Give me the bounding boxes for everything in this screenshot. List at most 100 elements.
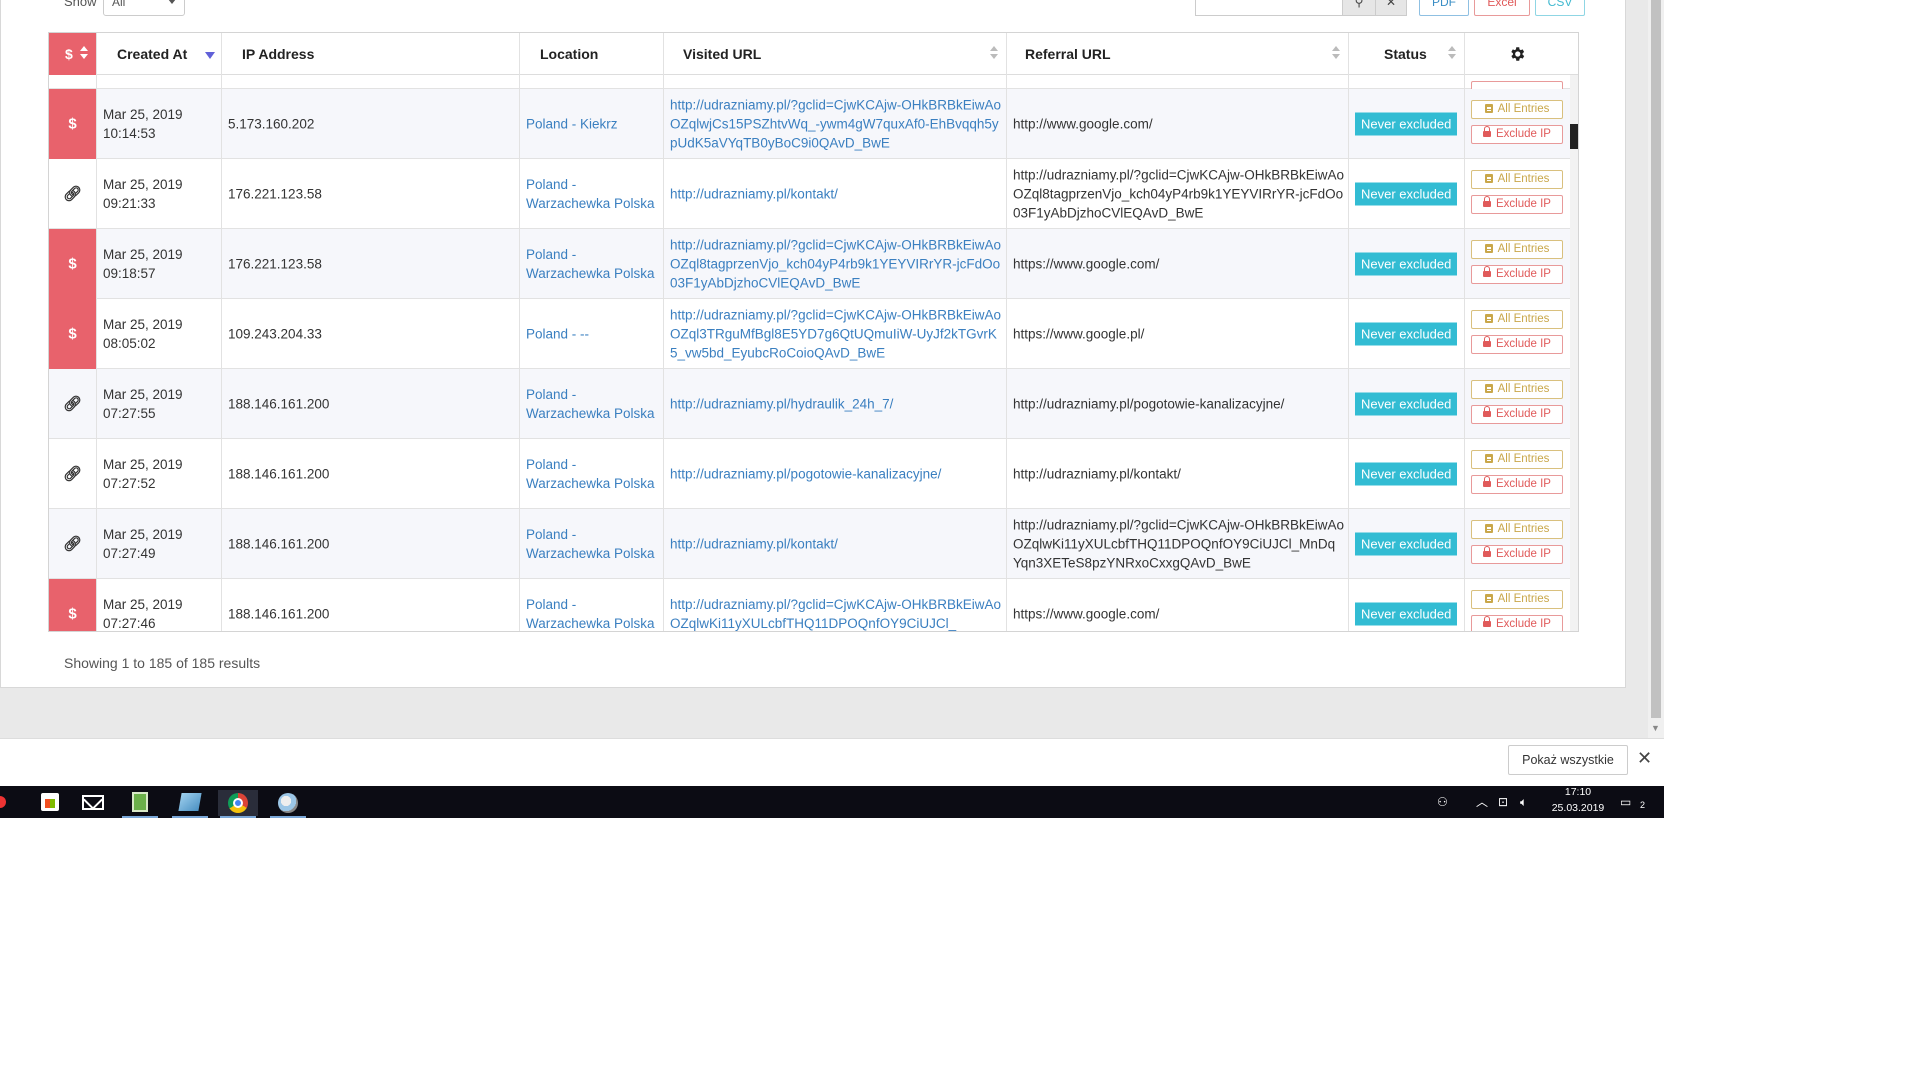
location-link[interactable]: Poland - Warzachewka Polska xyxy=(526,385,659,423)
visited-url-link[interactable]: http://udrazniamy.pl/hydraulik_24h_7/ xyxy=(670,395,1002,414)
dollar-icon: $ xyxy=(68,255,77,273)
visited-url-link[interactable]: http://udrazniamy.pl/kontakt/ xyxy=(670,185,1002,204)
created-time: 09:21:33 xyxy=(103,196,156,211)
location-link[interactable]: Poland - Warzachewka Polska xyxy=(526,525,659,563)
all-entries-button[interactable]: All Entries xyxy=(1471,590,1563,609)
location-link[interactable]: Poland - Warzachewka Polska xyxy=(526,175,659,213)
exclude-ip-button[interactable]: Exclude IP xyxy=(1471,615,1563,631)
store-icon[interactable] xyxy=(30,790,70,816)
referral-url: http://udrazniamy.pl/?gclid=CjwKCAjw-OHk… xyxy=(1013,517,1344,571)
people-icon[interactable]: ⚇ xyxy=(1437,786,1448,818)
close-icon[interactable]: ✕ xyxy=(1637,748,1652,769)
app-red-icon[interactable] xyxy=(0,796,6,808)
gear-icon xyxy=(1511,47,1525,61)
button-label: Exclude IP xyxy=(1496,268,1551,280)
table-scrollbar[interactable] xyxy=(1570,75,1578,631)
exclude-ip-button[interactable]: Exclude IP xyxy=(1471,125,1563,144)
exclude-ip-button[interactable]: Exclude IP xyxy=(1471,545,1563,564)
visited-url-link[interactable]: http://udrazniamy.pl/?gclid=CjwKCAjw-OHk… xyxy=(670,306,1002,363)
volume-icon[interactable]: 🔈︎ xyxy=(1520,786,1527,818)
all-entries-button[interactable]: All Entries xyxy=(1471,380,1563,399)
ip-address: 188.146.161.200 xyxy=(228,396,330,412)
column-header-ip-address[interactable]: IP Address xyxy=(222,33,520,75)
scroll-down-arrow-icon[interactable]: ▼ xyxy=(1651,723,1660,733)
all-entries-button[interactable]: All Entries xyxy=(1471,100,1563,119)
visited-url-link[interactable]: http://udrazniamy.pl/?gclid=CjwKCAjw-OHk… xyxy=(670,236,1002,293)
network-icon[interactable]: ⊡ xyxy=(1498,786,1508,818)
row-location-cell: Poland - Warzachewka Polska xyxy=(520,229,664,299)
sort-icon xyxy=(1448,46,1456,62)
row-status-cell: Never excluded xyxy=(1349,369,1465,439)
location-link[interactable]: Poland - Warzachewka Polska xyxy=(526,245,659,283)
database-icon xyxy=(1484,594,1493,603)
table-header: $ Created At IP Address Location Visited… xyxy=(49,33,1578,75)
all-entries-button[interactable]: All Entries xyxy=(1471,240,1563,259)
status-badge: Never excluded xyxy=(1355,462,1458,486)
exclude-ip-button[interactable]: Exclude IP xyxy=(1471,475,1563,494)
row-date-cell: Mar 25, 2019 09:18:57 xyxy=(97,229,222,299)
files-icon[interactable] xyxy=(170,790,210,818)
column-header-location[interactable]: Location xyxy=(520,33,664,75)
export-pdf-button[interactable]: PDF xyxy=(1419,0,1469,16)
exclude-ip-button[interactable]: Exclude IP xyxy=(1471,335,1563,354)
button-label: All Entries xyxy=(1497,243,1550,255)
row-date-cell: Mar 25, 2019 10:14:53 xyxy=(97,89,222,159)
all-entries-button[interactable]: All Entries xyxy=(1471,170,1563,189)
download-bar xyxy=(0,738,1664,786)
column-header-referral-url[interactable]: Referral URL xyxy=(1007,33,1349,75)
button-label: All Entries xyxy=(1497,593,1550,605)
export-excel-button[interactable]: Excel xyxy=(1474,0,1530,16)
chevron-up-icon[interactable]: ︿ xyxy=(1476,786,1488,818)
row-ip-cell: 188.146.161.200 xyxy=(222,369,520,439)
row-status-cell: Never excluded xyxy=(1349,229,1465,299)
visited-url-link[interactable]: http://udrazniamy.pl/?gclid=CjwKCAjw-OHk… xyxy=(670,96,1002,153)
visited-url-link[interactable]: http://udrazniamy.pl/?gclid=CjwKCAjw-OHk… xyxy=(670,595,1002,631)
page-scrollbar-thumb[interactable] xyxy=(1651,0,1661,718)
visited-url-link[interactable]: http://udrazniamy.pl/kontakt/ xyxy=(670,535,1002,554)
location-link[interactable]: Poland - Warzachewka Polska xyxy=(526,595,659,631)
page-size-select[interactable]: All xyxy=(103,0,185,16)
exclude-ip-button[interactable]: Exclude IP xyxy=(1471,265,1563,284)
show-all-downloads-button[interactable]: Pokaż wszystkie xyxy=(1508,745,1628,775)
exclude-ip-button[interactable]: Exclude IP xyxy=(1471,195,1563,214)
search-button[interactable]: ⚲ xyxy=(1342,0,1376,16)
row-status-cell: Never excluded xyxy=(1349,299,1465,369)
export-csv-button[interactable]: CSV xyxy=(1535,0,1585,16)
dollar-icon: $ xyxy=(68,605,77,623)
row-type-cell: 🔗︎ xyxy=(49,369,97,439)
row-date-cell: Mar 25, 2019 07:27:52 xyxy=(97,439,222,509)
notepad-icon[interactable] xyxy=(120,790,160,818)
location-link[interactable]: Poland - -- xyxy=(526,325,659,344)
system-clock[interactable]: 17:10 25.03.2019 xyxy=(1546,786,1610,818)
button-label: Exclude IP xyxy=(1496,408,1551,420)
column-header-created-at[interactable]: Created At xyxy=(97,33,222,75)
chrome-icon[interactable] xyxy=(218,790,258,818)
table-scrollbar-thumb[interactable] xyxy=(1570,124,1578,149)
visited-url-link[interactable]: http://udrazniamy.pl/pogotowie-kanalizac… xyxy=(670,465,1002,484)
location-link[interactable]: Poland - Kiekrz xyxy=(526,115,659,134)
clear-search-button[interactable]: ✕ xyxy=(1375,0,1407,16)
all-entries-button[interactable]: All Entries xyxy=(1471,310,1563,329)
column-header-type[interactable]: $ xyxy=(49,33,97,75)
created-date: Mar 25, 2019 xyxy=(103,177,183,192)
row-actions-cell: All Entries Exclude IP xyxy=(1465,89,1570,159)
column-header-visited-url[interactable]: Visited URL xyxy=(664,33,1007,75)
mail-icon[interactable] xyxy=(73,790,113,816)
created-date: Mar 25, 2019 xyxy=(103,247,183,262)
search-input[interactable] xyxy=(1195,0,1343,16)
exclude-ip-button[interactable] xyxy=(1471,81,1563,89)
column-settings-button[interactable] xyxy=(1465,33,1570,75)
table-row: $ Mar 25, 2019 08:05:02 109.243.204.33 Polan… xyxy=(49,299,1578,369)
ip-address: 176.221.123.58 xyxy=(228,256,322,272)
row-status-cell: Never excluded xyxy=(1349,509,1465,579)
all-entries-button[interactable]: All Entries xyxy=(1471,520,1563,539)
paint-icon[interactable] xyxy=(268,790,308,818)
location-link[interactable]: Poland - Warzachewka Polska xyxy=(526,455,659,493)
button-label: All Entries xyxy=(1497,103,1550,115)
dollar-icon: $ xyxy=(65,46,73,62)
status-badge: Never excluded xyxy=(1355,322,1458,346)
exclude-ip-button[interactable]: Exclude IP xyxy=(1471,405,1563,424)
column-header-status[interactable]: Status xyxy=(1349,33,1465,75)
all-entries-button[interactable]: All Entries xyxy=(1471,450,1563,469)
row-actions-cell: All Entries Exclude IP xyxy=(1465,159,1570,229)
